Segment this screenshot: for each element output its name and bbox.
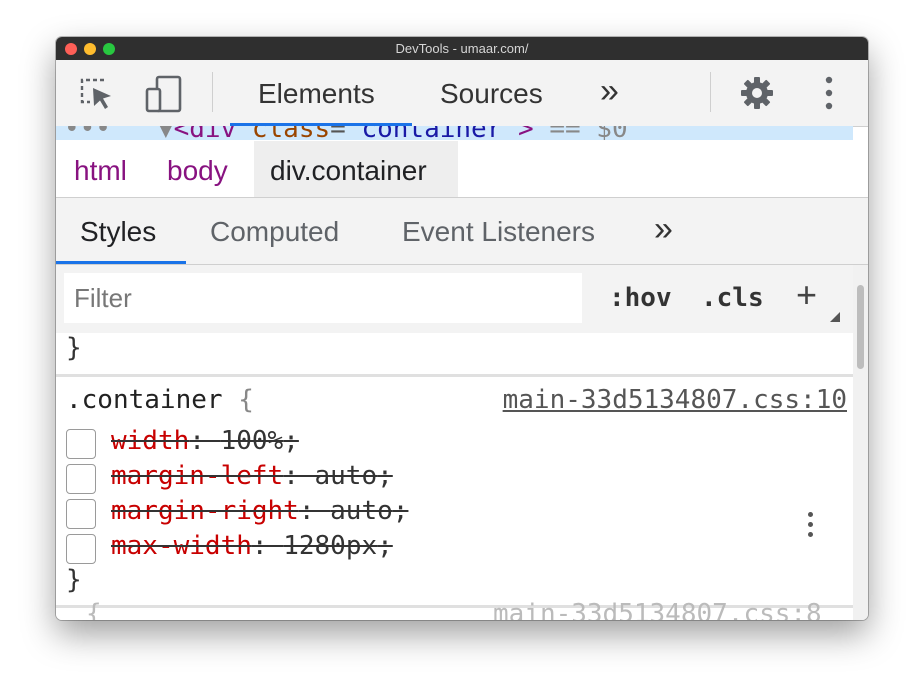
vertical-dots-icon[interactable] (825, 76, 833, 115)
dom-quote-close: " (502, 126, 518, 140)
toolbar-separator-right (710, 72, 711, 112)
dom-tree-selected-node[interactable]: ••• ▼<div class="container"> == $0 (56, 126, 853, 140)
sidebar-tabs: Styles Computed Event Listeners » (56, 198, 868, 265)
property-declaration[interactable]: margin-left: auto; (111, 461, 393, 491)
window-title: DevTools - umaar.com/ (395, 41, 529, 56)
new-rule-menu-corner-icon[interactable] (830, 312, 840, 322)
property-name[interactable]: width (111, 426, 189, 456)
dom-tag-name: div (189, 126, 236, 140)
tab-computed[interactable]: Computed (210, 216, 339, 248)
next-rule-peek: { main-33d5134807.css:8 (86, 599, 822, 620)
property-value[interactable]: auto (315, 461, 378, 491)
new-style-rule-button[interactable]: + (796, 277, 817, 313)
property-declaration[interactable]: max-width: 1280px; (111, 531, 393, 561)
rule-separator (56, 374, 853, 377)
tab-event-listeners[interactable]: Event Listeners (402, 216, 595, 248)
device-toolbar-icon[interactable] (144, 74, 184, 119)
rule-source-link[interactable]: main-33d5134807.css:10 (503, 385, 847, 415)
rule-selector[interactable]: .container { (66, 385, 254, 415)
dom-node-line: ••• ▼<div class="container"> == $0 (64, 126, 628, 140)
breadcrumb-item-body[interactable]: body (167, 155, 228, 187)
property-value[interactable]: 100% (221, 426, 284, 456)
dom-open-bracket: < (174, 126, 190, 140)
styles-scrollbar-thumb[interactable] (857, 285, 864, 369)
property-name[interactable]: max-width (111, 531, 252, 561)
dom-close-bracket: > (518, 126, 534, 140)
styles-filter-input[interactable] (64, 273, 582, 323)
property-checkbox-margin-left[interactable] (66, 464, 96, 494)
property-checkbox-max-width[interactable] (66, 534, 96, 564)
property-declaration[interactable]: margin-right: auto; (111, 496, 408, 526)
main-toolbar: Elements Sources » (56, 60, 868, 127)
title-bar: DevTools - umaar.com/ (56, 37, 868, 60)
tab-sources[interactable]: Sources (440, 78, 543, 110)
previous-rule-close-brace: } (66, 333, 82, 363)
property-checkbox-margin-right[interactable] (66, 499, 96, 529)
dom-attr-value: container (361, 126, 502, 140)
expand-arrow-icon[interactable]: ▼ (158, 126, 174, 140)
property-value[interactable]: auto (330, 496, 393, 526)
styles-toolbar: :hov .cls + (56, 265, 853, 333)
property-checkbox-width[interactable] (66, 429, 96, 459)
breadcrumb-item-html[interactable]: html (74, 155, 127, 187)
gear-icon[interactable] (739, 75, 775, 116)
selector-text[interactable]: .container (66, 385, 223, 415)
tab-styles[interactable]: Styles (80, 216, 156, 248)
hov-toggle-button[interactable]: :hov (609, 283, 672, 313)
breadcrumb: html body div.container (56, 141, 868, 198)
dom-quote-open: " (346, 126, 362, 140)
styles-pane: } .container { main-33d5134807.css:10 wi… (56, 333, 853, 620)
more-tabs-chevron-icon[interactable]: » (600, 72, 619, 111)
devtools-window: DevTools - umaar.com/ Elements Sources » (56, 37, 868, 620)
tab-elements[interactable]: Elements (258, 78, 375, 110)
rule-close-brace: } (66, 565, 82, 595)
property-declaration[interactable]: width: 100%; (111, 426, 299, 456)
styles-tab-indicator (56, 261, 186, 264)
rule-open-brace: { (238, 385, 254, 415)
breadcrumb-item-div-container[interactable]: div.container (270, 155, 427, 187)
dom-selected-marker: == $0 (534, 126, 627, 140)
cls-toggle-button[interactable]: .cls (701, 283, 764, 313)
property-name[interactable]: margin-left (111, 461, 283, 491)
property-name[interactable]: margin-right (111, 496, 299, 526)
dom-eq: = (330, 126, 346, 140)
dom-attr-name: class (252, 126, 330, 140)
property-value[interactable]: 1280px (283, 531, 377, 561)
rule-menu-dots-icon[interactable] (808, 512, 813, 542)
more-subtabs-chevron-icon[interactable]: » (654, 210, 673, 249)
toolbar-separator (212, 72, 213, 112)
dom-ellipsis-icon[interactable]: ••• (64, 126, 111, 140)
inspect-element-icon[interactable] (78, 76, 116, 117)
